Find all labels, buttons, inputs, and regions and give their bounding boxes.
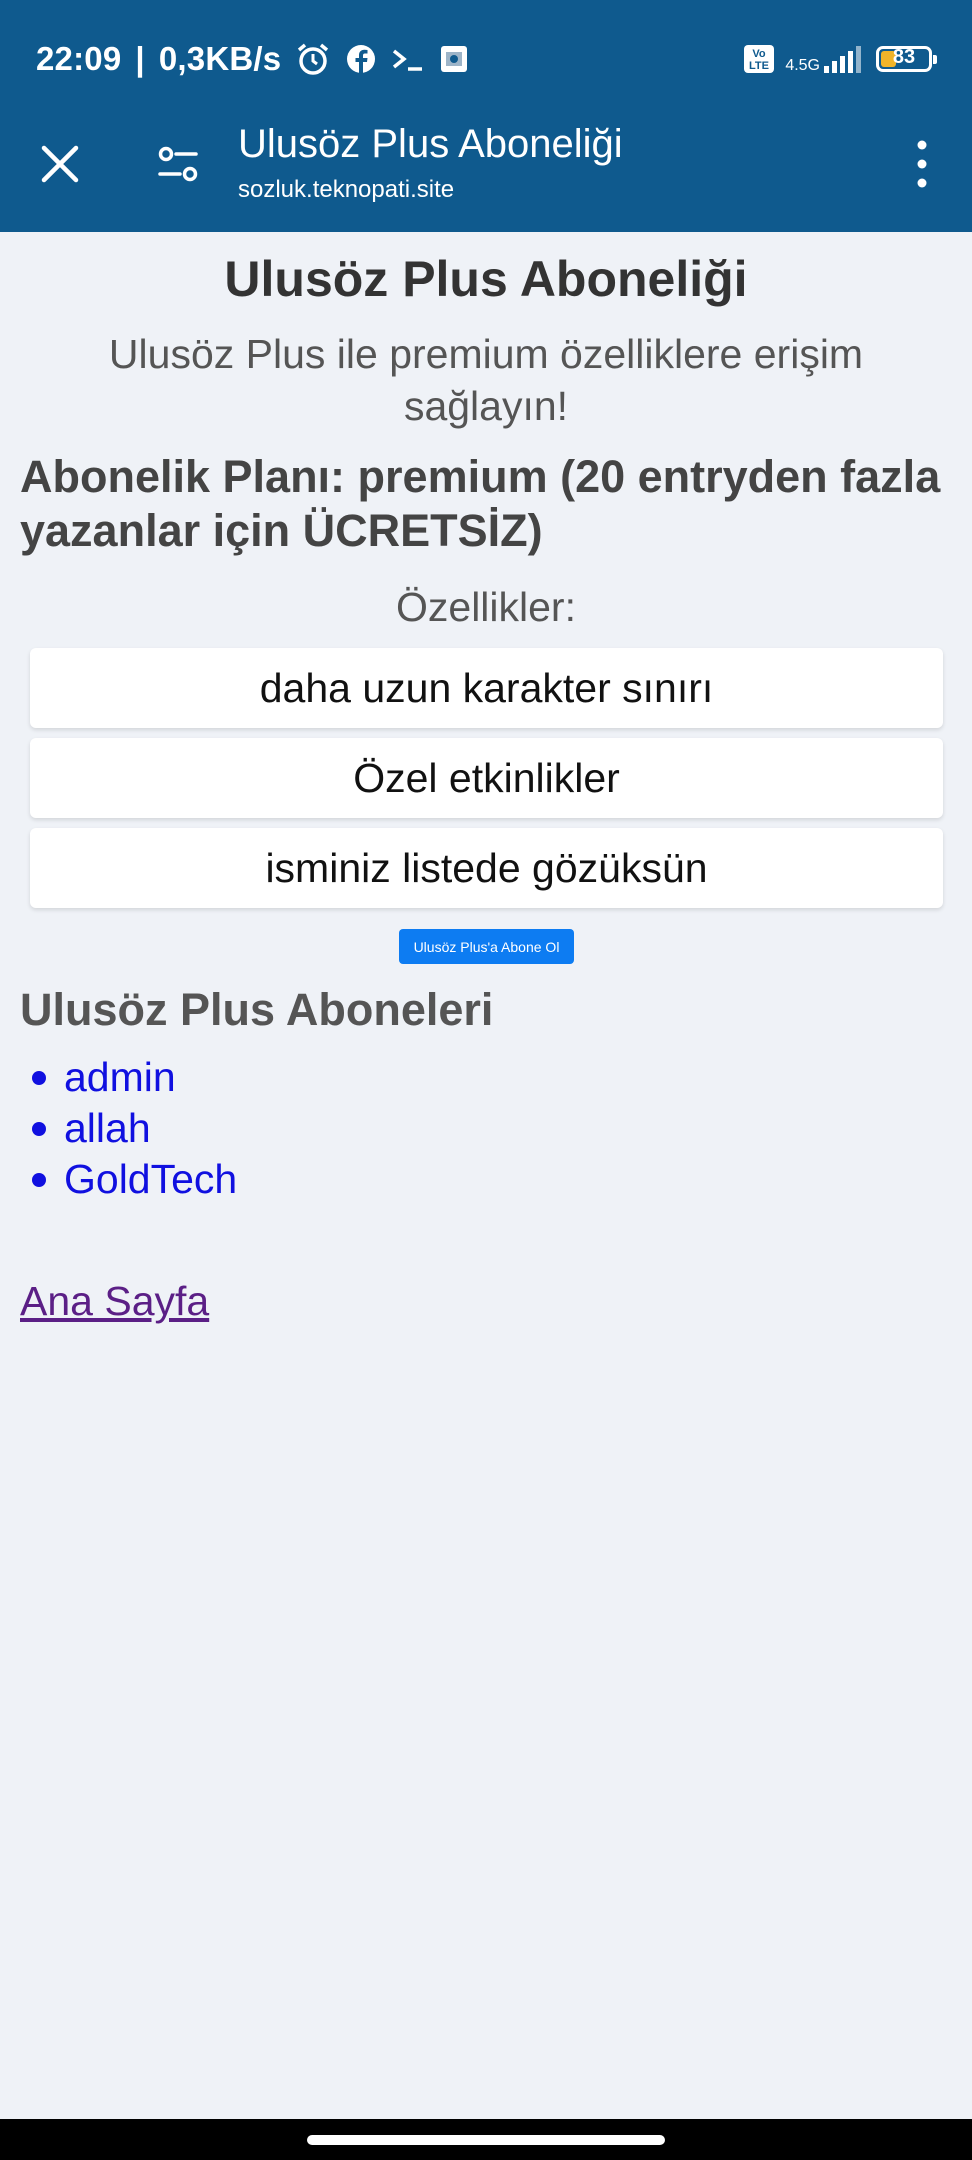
subscribers-title: Ulusöz Plus Aboneleri: [20, 984, 494, 1035]
list-item: allah: [20, 1103, 237, 1154]
list-item: admin: [20, 1052, 237, 1103]
toolbar-title[interactable]: Ulusöz Plus Aboneliği: [238, 122, 623, 167]
custom-tab-toolbar: Ulusöz Plus Aboneliği sozluk.teknopati.s…: [0, 116, 972, 232]
toolbar-url[interactable]: sozluk.teknopati.site: [238, 176, 454, 204]
feature-item: daha uzun karakter sınırı: [30, 648, 943, 728]
signal-icon: [824, 46, 861, 73]
features-list: daha uzun karakter sınırı Özel etkinlikl…: [30, 648, 943, 918]
volte-icon: Vo LTE: [744, 45, 775, 73]
list-item: GoldTech: [20, 1154, 237, 1205]
navigation-bar: [0, 2119, 972, 2160]
status-right: Vo LTE 4.5G 83: [743, 36, 937, 82]
page-title: Ulusöz Plus Aboneliği: [224, 251, 748, 307]
home-link[interactable]: Ana Sayfa: [20, 1278, 209, 1325]
subscriber-link[interactable]: GoldTech: [64, 1156, 237, 1203]
status-time: 22:09: [36, 40, 122, 77]
page-lead: Ulusöz Plus ile premium özelliklere eriş…: [108, 331, 864, 429]
alarm-icon: [298, 43, 329, 75]
feature-item: isminiz listede gözüksün: [30, 828, 943, 908]
status-separator: |: [135, 40, 145, 77]
subscribers-list: admin allah GoldTech: [20, 1052, 237, 1205]
close-icon[interactable]: [36, 140, 84, 188]
subscriber-link[interactable]: admin: [64, 1054, 176, 1101]
features-title: Özellikler:: [396, 584, 576, 630]
network-group: 4.5G: [785, 44, 866, 74]
more-vert-icon[interactable]: [910, 138, 934, 190]
feature-item: Özel etkinlikler: [30, 738, 943, 818]
network-type: 4.5G: [785, 57, 820, 74]
svg-text:Vo: Vo: [753, 48, 767, 60]
bullet: [32, 1121, 46, 1136]
plan-description: Abonelik Planı: premium (20 entryden faz…: [20, 451, 941, 556]
bullet: [32, 1172, 46, 1187]
bullet: [32, 1070, 46, 1085]
terminal-icon: [393, 49, 423, 71]
battery-icon: 83: [876, 46, 937, 72]
svg-text:LTE: LTE: [749, 60, 769, 72]
home-indicator[interactable]: [307, 2135, 665, 2145]
status-speed: 0,3KB/s: [158, 40, 282, 77]
status-left: 22:09 | 0,3KB/s: [36, 36, 469, 82]
browser-chrome: 22:09 | 0,3KB/s Vo LTE 4.5G 83 Ulusöz Pl…: [0, 0, 972, 232]
tune-icon[interactable]: [154, 140, 202, 188]
subscriber-link[interactable]: allah: [64, 1105, 151, 1152]
battery-level: 83: [892, 46, 916, 68]
subscribe-button[interactable]: Ulusöz Plus'a Abone Ol: [399, 929, 574, 964]
app-icon: [441, 46, 468, 72]
facebook-icon: [347, 45, 376, 73]
status-bar: 22:09 | 0,3KB/s Vo LTE 4.5G 83: [0, 0, 972, 116]
